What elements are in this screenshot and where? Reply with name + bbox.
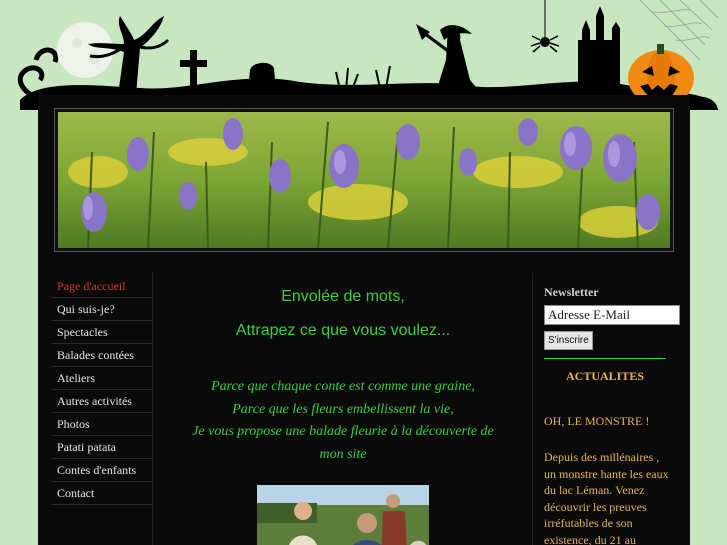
moon-crater-icon <box>72 38 82 48</box>
headline-attrapez: Attrapez ce que vous voulez... <box>235 322 451 339</box>
main-content: Envolée de mots, Attrapez ce que vous vo… <box>163 280 523 466</box>
newsletter-email-input[interactable] <box>544 305 680 325</box>
news-divider <box>544 358 666 359</box>
intro-line: Je vous propose une balade fleurie à la … <box>192 424 494 439</box>
column-divider <box>532 273 533 545</box>
content-panel: Page d'accueil Qui suis-je? Spectacles B… <box>38 95 690 545</box>
main-navigation: Page d'accueil Qui suis-je? Spectacles B… <box>52 275 152 505</box>
spider-icon <box>540 37 550 47</box>
witch-icon <box>436 27 480 93</box>
nav-item-qui-suis-je[interactable]: Qui suis-je? <box>52 298 152 321</box>
right-sidebar: Newsletter S'inscrire ACTUALITES OH, LE … <box>544 285 684 545</box>
header-banner <box>54 108 674 252</box>
nav-item-contact[interactable]: Contact <box>52 482 152 505</box>
column-divider <box>152 273 153 545</box>
intro-text: Parce que chaque conte est comme une gra… <box>163 376 523 466</box>
newsletter-title: Newsletter <box>544 285 599 299</box>
intro-line: Parce que les fleurs embellissent la vie… <box>232 401 454 417</box>
cross-bar-icon <box>180 60 207 67</box>
cross-icon <box>190 50 197 92</box>
news-headline: OH, LE MONSTRE ! <box>544 414 650 428</box>
nav-item-balades-contees[interactable]: Balades contées <box>52 344 152 367</box>
moon-icon <box>57 22 113 78</box>
intro-line: Parce que chaque conte est comme une gra… <box>211 379 475 394</box>
nav-item-contes-enfants[interactable]: Contes d'enfants <box>52 459 152 482</box>
nav-item-spectacles[interactable]: Spectacles <box>52 321 152 344</box>
subscribe-button[interactable]: S'inscrire <box>544 331 593 350</box>
intro-line: mon site <box>319 446 367 462</box>
nav-item-ateliers[interactable]: Ateliers <box>52 367 152 390</box>
nav-item-autres-activites[interactable]: Autres activités <box>52 390 152 413</box>
news-body: Depuis des millénaires , un monstre hant… <box>544 450 669 545</box>
spiderweb-icon <box>639 0 719 61</box>
headline-envolee: Envolée de mots, <box>281 288 405 305</box>
news-section-title: ACTUALITES <box>565 369 645 383</box>
halloween-header <box>17 0 719 110</box>
nav-item-patati-patata[interactable]: Patati patata <box>52 436 152 459</box>
castle-icon <box>578 6 620 95</box>
group-photo <box>257 485 429 545</box>
bellflower-meadow-image <box>58 112 670 248</box>
tombstone-icon <box>248 62 276 92</box>
nav-item-photos[interactable]: Photos <box>52 413 152 436</box>
nav-item-accueil[interactable]: Page d'accueil <box>52 275 152 298</box>
